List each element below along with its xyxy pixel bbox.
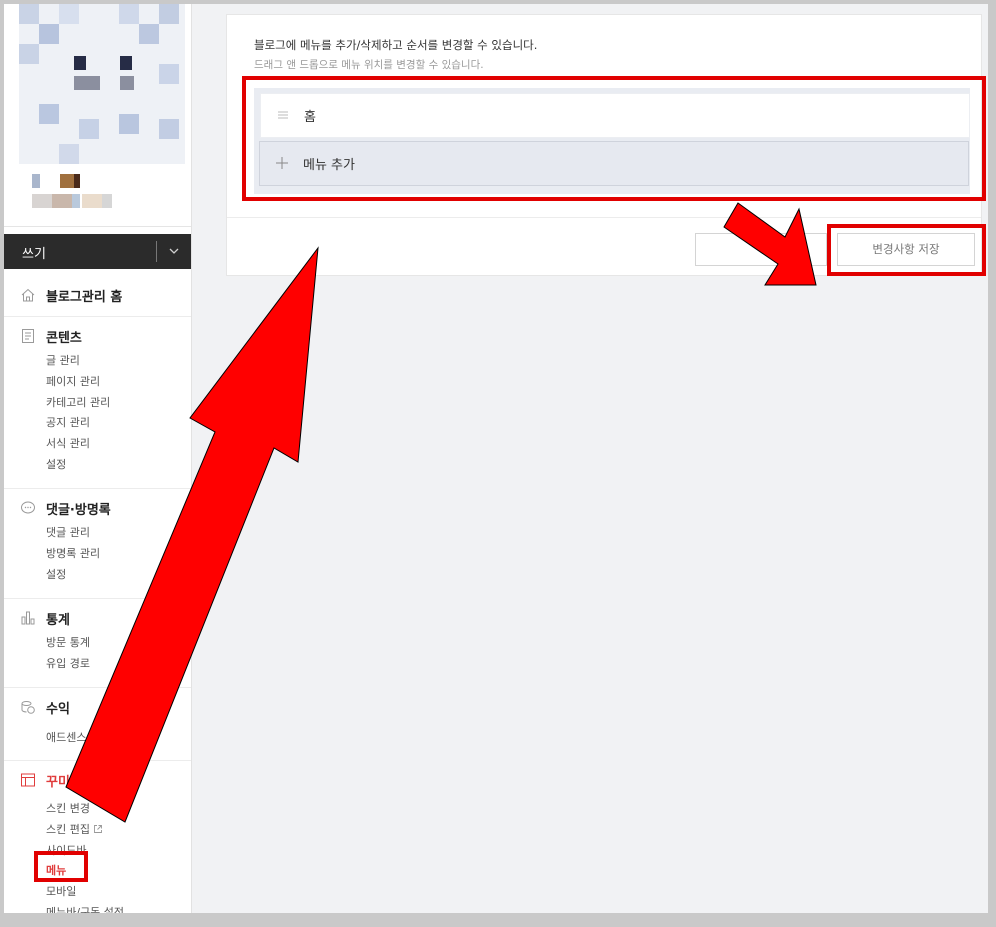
sidebar-item-mobile[interactable]: 모바일 — [46, 882, 124, 903]
sidebar-item-pages[interactable]: 페이지 관리 — [46, 372, 110, 393]
sidebar-section-title: 통계 — [46, 613, 70, 628]
annotation-box-menu-list — [242, 76, 986, 201]
sidebar-item-comments-settings[interactable]: 설정 — [46, 565, 100, 586]
write-divider — [156, 241, 157, 262]
drag-drop-hint: 드래그 앤 드롭으로 메뉴 위치를 변경할 수 있습니다. — [254, 59, 484, 71]
sidebar: 쓰기 블로그관리 홈 콘텐츠 글 관리 페이지 관리 카테고리 관리 공지 관리… — [4, 4, 192, 913]
cancel-button[interactable] — [695, 233, 827, 266]
profile-image[interactable] — [19, 4, 185, 164]
sidebar-section-title: 블로그관리 홈 — [46, 290, 123, 305]
sidebar-item-skin-edit[interactable]: 스킨 편집 — [46, 820, 124, 841]
menu-description: 블로그에 메뉴를 추가/삭제하고 순서를 변경할 수 있습니다. — [254, 38, 538, 52]
sidebar-item-menubar-subscribe[interactable]: 메뉴바/구독 설정 — [46, 903, 124, 913]
write-button[interactable]: 쓰기 — [4, 234, 191, 269]
sidebar-item-skin-change[interactable]: 스킨 변경 — [46, 799, 124, 820]
sidebar-item-label: 스킨 편집 — [46, 822, 90, 836]
sidebar-item-guestbook[interactable]: 방명록 관리 — [46, 544, 100, 565]
sidebar-section-stats: 통계 방문 통계 유입 경로 — [4, 599, 191, 688]
sidebar-item-visit-stats[interactable]: 방문 통계 — [46, 633, 90, 654]
sidebar-item-adsense[interactable]: 애드센스 관리 — [46, 728, 110, 749]
bar-chart-icon — [21, 611, 35, 625]
sidebar-section-contents: 콘텐츠 글 관리 페이지 관리 카테고리 관리 공지 관리 서식 관리 설정 — [4, 317, 191, 489]
sidebar-item-comments[interactable]: 댓글 관리 — [46, 523, 100, 544]
sidebar-section-title: 수익 — [46, 702, 70, 717]
annotation-box-menu-item — [34, 851, 88, 882]
home-icon — [21, 288, 35, 302]
sidebar-section-title: 꾸미기 — [46, 775, 82, 790]
blog-address — [32, 194, 122, 208]
sidebar-item-referrers[interactable]: 유입 경로 — [46, 654, 90, 675]
sidebar-submenu: 애드센스 관리 — [46, 728, 110, 749]
sidebar-submenu: 댓글 관리 방명록 관리 설정 — [46, 523, 100, 585]
sidebar-submenu: 방문 통계 유입 경로 — [46, 633, 90, 675]
sidebar-section-revenue: 수익 애드센스 관리 — [4, 688, 191, 761]
sidebar-section-comments: 댓글·방명록 댓글 관리 방명록 관리 설정 — [4, 489, 191, 599]
sidebar-item-templates[interactable]: 서식 관리 — [46, 434, 110, 455]
blog-title[interactable] — [32, 174, 82, 188]
external-link-icon — [94, 824, 102, 833]
sidebar-section-title: 댓글·방명록 — [46, 503, 111, 518]
sidebar-item-contents-settings[interactable]: 설정 — [46, 455, 110, 476]
sidebar-section-home: 블로그관리 홈 — [4, 276, 191, 317]
annotation-box-save-button — [827, 224, 986, 276]
sidebar-submenu: 글 관리 페이지 관리 카테고리 관리 공지 관리 서식 관리 설정 — [46, 351, 110, 476]
document-icon — [22, 329, 34, 343]
sidebar-item-posts[interactable]: 글 관리 — [46, 351, 110, 372]
coins-icon — [21, 701, 35, 714]
blog-profile — [4, 4, 191, 227]
card-footer-divider — [227, 217, 981, 218]
sidebar-item-notices[interactable]: 공지 관리 — [46, 413, 110, 434]
write-label: 쓰기 — [22, 247, 46, 262]
chevron-down-icon[interactable] — [164, 241, 184, 261]
speech-bubble-icon — [21, 501, 35, 514]
sidebar-section-title: 콘텐츠 — [46, 331, 82, 346]
sidebar-item-categories[interactable]: 카테고리 관리 — [46, 393, 110, 414]
sidebar-section-customize: 꾸미기 스킨 변경 스킨 편집 사이드바 메뉴 모바일 메뉴바/구독 설정 — [4, 761, 191, 913]
layout-icon — [21, 773, 35, 787]
